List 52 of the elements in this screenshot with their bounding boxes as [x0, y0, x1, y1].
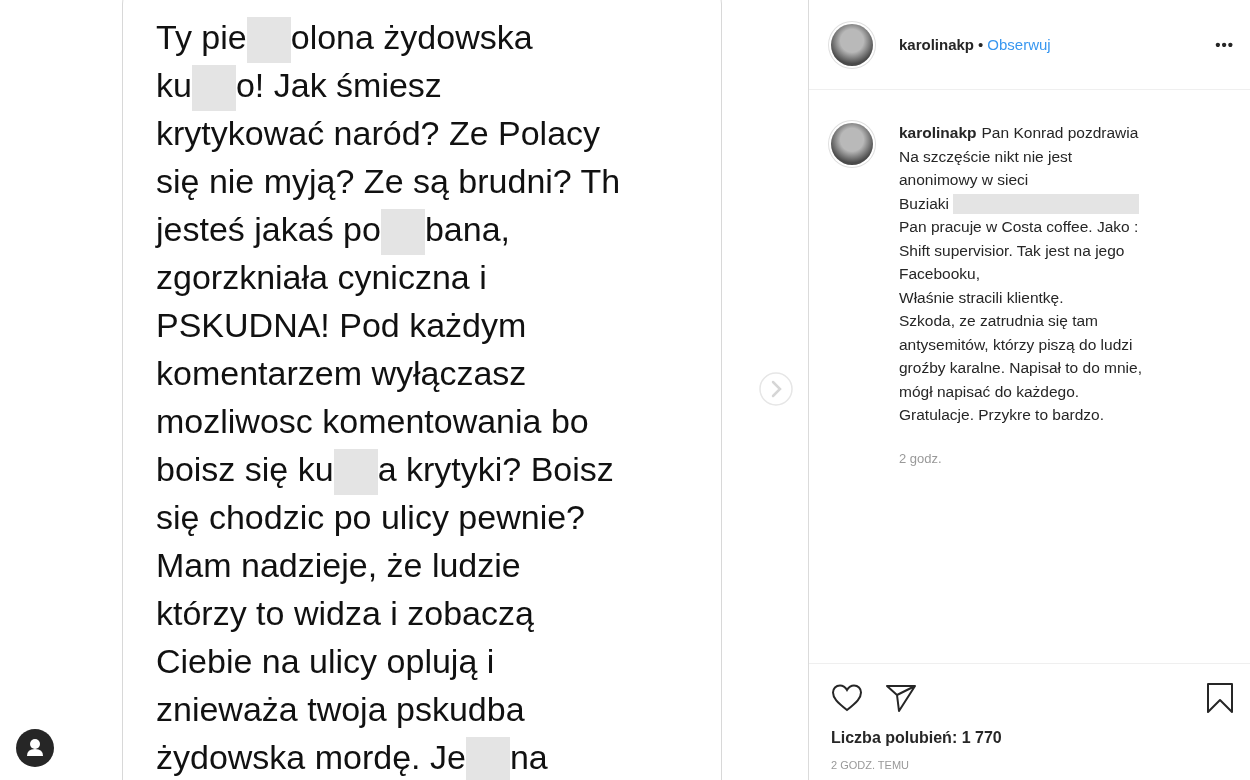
message-text: na [509, 738, 548, 776]
comment-text: groźby karalne. Napisał to do mnie, [899, 359, 1142, 376]
message-text: PSKUDNA! Pod każdym [156, 306, 527, 344]
separator-dot: • [978, 36, 984, 53]
message-text: którzy to widza i zobaczą [156, 594, 534, 632]
comment-text: Właśnie stracili klientkę. [899, 288, 1064, 306]
send-icon[interactable] [885, 683, 917, 713]
comment-text: Shift supervisior. Tak jest na jego [899, 241, 1125, 259]
bookmark-icon[interactable] [1206, 682, 1234, 714]
username[interactable]: karolinakp [899, 36, 975, 53]
more-options-button[interactable]: ••• [1215, 36, 1234, 53]
like-count[interactable]: Liczba polubień: 1 770 [831, 729, 1234, 747]
comment-text: Na szczęście nikt nie jest [899, 147, 1073, 165]
message-text: żydowska mordę. Je [156, 738, 466, 776]
blur-patch [191, 65, 236, 111]
avatar[interactable] [831, 123, 873, 165]
message-text: Mam nadzieje, że ludzie [156, 546, 521, 584]
comment-text: antysemitów, którzy piszą do ludzi [899, 335, 1133, 353]
message-text: olona żydowska [290, 18, 533, 56]
message-text: mozliwosc komentowania bo [156, 402, 589, 440]
comment-time: 2 godz. [899, 450, 943, 466]
comment-text: Pan pracuje w Costa coffee. Jako : [899, 218, 1139, 235]
comment-text: Szkoda, ze zatrudnia się tam [899, 312, 1099, 329]
blur-patch [246, 17, 291, 63]
message-text: znieważa twoja pskudba [156, 690, 525, 728]
comment-text: Facebooku, [899, 265, 980, 282]
comment-text: mógł napisać do każdego. [899, 382, 1080, 400]
blur-patch [380, 209, 425, 255]
heart-icon[interactable] [831, 683, 863, 713]
message-text: boisz się ku [156, 450, 334, 488]
user-icon[interactable] [16, 729, 54, 767]
username[interactable]: karolinakp [899, 124, 977, 141]
comment-text: Pan Konrad pozdrawia [981, 124, 1139, 141]
message-text: jesteś jakaś po [156, 210, 381, 248]
comment-text: anonimowy w sieci [899, 171, 1029, 188]
message-text: krytykować naród? Ze Polacy [156, 114, 601, 152]
blur-patch [465, 737, 510, 780]
message-text: zgorzkniała cyniczna i [156, 258, 487, 296]
post-time: 2 GODZ. TEMU [831, 759, 911, 771]
message-text: komentarzem wyłączasz [156, 354, 527, 392]
message-text: Ty pie [156, 18, 247, 56]
message-text: się nie myją? Ze są brudni? Th [156, 162, 621, 200]
avatar[interactable] [831, 23, 873, 66]
message-text: Ciebie na ulicy oplują i [156, 642, 495, 680]
comment-text: Gratulacje. Przykre to bardzo. [899, 406, 1105, 423]
message-text: bana, [424, 210, 510, 248]
comment-text: Buziaki [899, 194, 949, 212]
message-text: ku [156, 66, 192, 104]
message-text: się chodzic po ulicy pewnie? [156, 498, 586, 536]
message-text: o! Jak śmiesz [235, 66, 442, 104]
message-text: a krytyki? Boisz [377, 450, 614, 488]
blur-patch [333, 449, 378, 495]
